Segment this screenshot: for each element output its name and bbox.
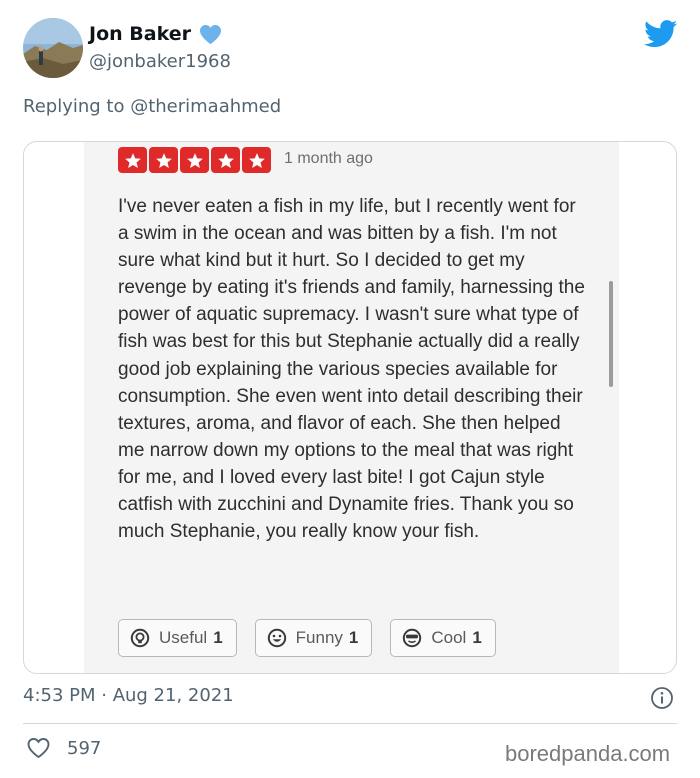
author-name-row[interactable]: Jon Baker: [89, 23, 222, 45]
smiley-icon: [267, 628, 286, 648]
review-card[interactable]: 1 month ago I've never eaten a fish in m…: [23, 141, 677, 674]
twitter-bird-icon[interactable]: [644, 20, 678, 48]
info-icon[interactable]: [650, 686, 674, 710]
like-count: 597: [67, 737, 102, 759]
star-rating: [118, 147, 271, 173]
cool-label: Cool: [431, 628, 467, 647]
review-text: I've never eaten a fish in my life, but …: [118, 196, 585, 543]
lightbulb-icon: [130, 628, 150, 648]
star-icon: [180, 147, 209, 173]
reply-mention-link[interactable]: @therimaahmed: [130, 96, 281, 117]
star-icon: [149, 147, 178, 173]
sunglasses-icon: [403, 628, 422, 648]
verified-heart-icon: [199, 24, 221, 44]
star-icon: [118, 147, 147, 173]
star-icon: [242, 147, 271, 173]
divider: [23, 723, 677, 724]
replying-prefix: Replying to: [23, 96, 131, 117]
tweet-timestamp[interactable]: 4:53 PM · Aug 21, 2021: [23, 685, 234, 706]
review-time-ago: 1 month ago: [284, 150, 373, 167]
replying-to: Replying to @therimaahmed: [23, 96, 281, 117]
funny-button[interactable]: Funny 1: [254, 619, 373, 657]
useful-count: 1: [213, 628, 223, 647]
vote-buttons: Useful 1 Funny 1 Cool 1: [118, 619, 496, 657]
useful-button[interactable]: Useful 1: [118, 619, 237, 657]
useful-label: Useful: [159, 628, 208, 647]
author-handle[interactable]: @jonbaker1968: [89, 51, 231, 72]
star-icon: [211, 147, 240, 173]
review-panel: 1 month ago I've never eaten a fish in m…: [84, 142, 619, 673]
funny-count: 1: [348, 628, 359, 647]
author-name[interactable]: Jon Baker: [89, 23, 191, 45]
cool-count: 1: [472, 628, 482, 647]
scrollbar-thumb[interactable]: [609, 281, 613, 387]
avatar[interactable]: [23, 18, 83, 78]
avatar-image: [23, 18, 83, 78]
like-action[interactable]: 597: [26, 737, 101, 759]
funny-label: Funny: [295, 628, 343, 647]
watermark: boredpanda.com: [505, 741, 671, 766]
cool-button[interactable]: Cool 1: [390, 619, 496, 657]
heart-icon[interactable]: [26, 737, 51, 759]
